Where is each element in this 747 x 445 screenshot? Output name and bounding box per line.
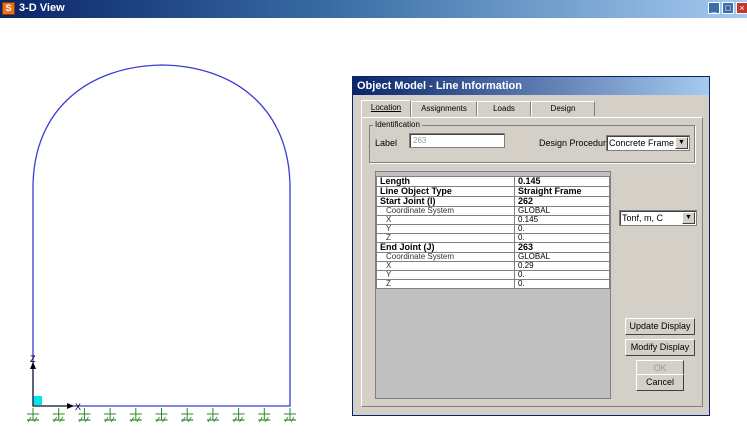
table-row: X 0.145 [376,215,610,225]
property-name: Line Object Type [376,186,515,197]
x-axis-arrow [67,403,74,409]
cancel-button[interactable]: Cancel [636,374,684,391]
sap-icon: S [2,2,15,15]
identification-title: Identification [373,120,422,129]
property-value: 0.145 [514,176,610,187]
table-row: Z 0. [376,279,610,289]
frame-structure[interactable] [32,64,291,407]
property-name: End Joint (J) [376,242,515,253]
minimize-button[interactable]: _ [708,2,720,14]
fixed-support-icon [104,408,117,423]
property-name: Coordinate System [376,206,515,216]
property-name: X [376,261,515,271]
design-procedure-caption: Design Procedure [539,138,612,148]
fixed-support-icon [232,408,245,423]
fixed-support-icon [181,408,194,423]
chevron-down-icon[interactable]: ▼ [675,137,688,149]
property-name: Z [376,279,515,289]
table-row: Line Object Type Straight Frame [376,186,610,197]
label-caption: Label [375,138,398,148]
fixed-support-icon [52,408,65,423]
tab-location[interactable]: Location [361,100,411,117]
property-value: 0. [514,224,610,234]
x-axis-label: X [75,402,81,412]
units-select[interactable]: Tonf, m, C ▼ [619,210,697,226]
property-value: 0. [514,279,610,289]
line-info-grid[interactable]: Length 0.145 Line Object Type Straight Fram… [375,171,611,399]
tab-design[interactable]: Design [531,101,595,116]
table-row: Y 0. [376,270,610,280]
close-button[interactable]: × [736,2,747,14]
table-row: Y 0. [376,224,610,234]
property-value: Straight Frame [514,186,610,197]
maximize-button[interactable]: □ [722,2,734,14]
line-information-dialog: Object Model - Line Information Location… [352,76,710,416]
window-title: 3-D View [19,2,65,14]
line-info-table: Length 0.145 Line Object Type Straight Fram… [376,176,610,289]
table-row: Coordinate System GLOBAL [376,252,610,262]
support-row [27,408,296,423]
table-row: Coordinate System GLOBAL [376,206,610,216]
z-axis-label: Z [30,354,36,364]
table-row: End Joint (J) 263 [376,242,610,253]
table-row: Start Joint (I) 262 [376,196,610,207]
property-name: Y [376,224,515,234]
chevron-down-icon[interactable]: ▼ [682,212,695,224]
dialog-title: Object Model - Line Information [353,77,709,95]
property-name: Length [376,176,515,187]
tab-loads[interactable]: Loads [477,101,531,116]
update-display-button[interactable]: Update Display [625,318,695,335]
fixed-support-icon [155,408,168,423]
frame-outline [32,64,291,407]
property-value: 263 [514,242,610,253]
property-value: 0. [514,270,610,280]
property-name: Y [376,270,515,280]
fixed-support-icon [284,408,296,423]
units-value: Tonf, m, C [622,213,664,223]
selected-line-highlight [33,396,42,405]
window-titlebar: S 3-D View _ □ × [0,0,747,18]
property-name: Coordinate System [376,252,515,262]
fixed-support-icon [27,408,39,423]
modify-display-button[interactable]: Modify Display [625,339,695,356]
property-value: 0.29 [514,261,610,271]
property-value: 262 [514,196,610,207]
fixed-support-icon [129,408,142,423]
property-name: Start Joint (I) [376,196,515,207]
table-row: Length 0.145 [376,176,610,187]
table-row: X 0.29 [376,261,610,271]
tab-assignments[interactable]: Assignments [411,101,477,116]
design-procedure-value: Concrete Frame [609,138,675,148]
fixed-support-icon [206,408,219,423]
label-field[interactable]: 263 [409,133,505,148]
property-value: 0.145 [514,215,610,225]
design-procedure-select[interactable]: Concrete Frame ▼ [606,135,690,151]
fixed-support-icon [258,408,271,423]
property-name: X [376,215,515,225]
